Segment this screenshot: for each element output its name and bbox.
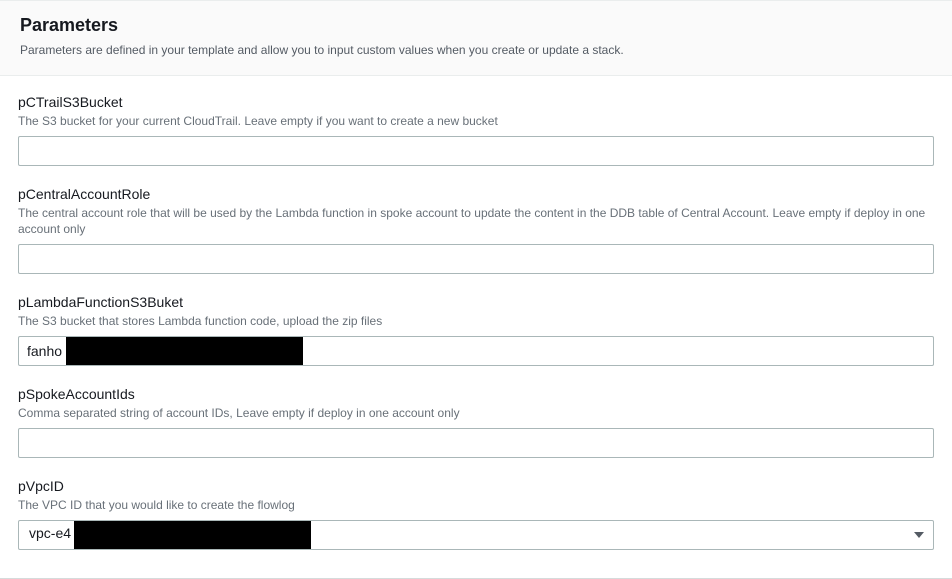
parameters-header: Parameters Parameters are defined in you… — [0, 0, 952, 76]
param-label: pCentralAccountRole — [18, 186, 934, 202]
section-divider — [0, 578, 952, 579]
param-description: The S3 bucket for your current CloudTrai… — [18, 113, 934, 130]
pVpcID-select[interactable]: vpc-e4 — [18, 520, 934, 550]
page-description: Parameters are defined in your template … — [20, 42, 932, 59]
param-description: Comma separated string of account IDs, L… — [18, 405, 934, 422]
param-description: The central account role that will be us… — [18, 205, 934, 239]
param-pLambdaFunctionS3Buket: pLambdaFunctionS3Buket The S3 bucket tha… — [18, 294, 934, 366]
param-label: pVpcID — [18, 478, 934, 494]
param-description: The S3 bucket that stores Lambda functio… — [18, 313, 934, 330]
param-label: pLambdaFunctionS3Buket — [18, 294, 934, 310]
param-label: pCTrailS3Bucket — [18, 94, 934, 110]
pSpokeAccountIds-input[interactable] — [18, 428, 934, 458]
param-pCentralAccountRole: pCentralAccountRole The central account … — [18, 186, 934, 275]
pCentralAccountRole-input[interactable] — [18, 244, 934, 274]
pCTrailS3Bucket-input[interactable] — [18, 136, 934, 166]
param-pCTrailS3Bucket: pCTrailS3Bucket The S3 bucket for your c… — [18, 94, 934, 166]
page-title: Parameters — [20, 15, 932, 36]
pLambdaFunctionS3Buket-input[interactable] — [18, 336, 934, 366]
param-pVpcID: pVpcID The VPC ID that you would like to… — [18, 478, 934, 550]
param-label: pSpokeAccountIds — [18, 386, 934, 402]
param-description: The VPC ID that you would like to create… — [18, 497, 934, 514]
parameters-form: pCTrailS3Bucket The S3 bucket for your c… — [0, 76, 952, 570]
pVpcID-selected-value: vpc-e4 — [29, 525, 71, 541]
param-pSpokeAccountIds: pSpokeAccountIds Comma separated string … — [18, 386, 934, 458]
